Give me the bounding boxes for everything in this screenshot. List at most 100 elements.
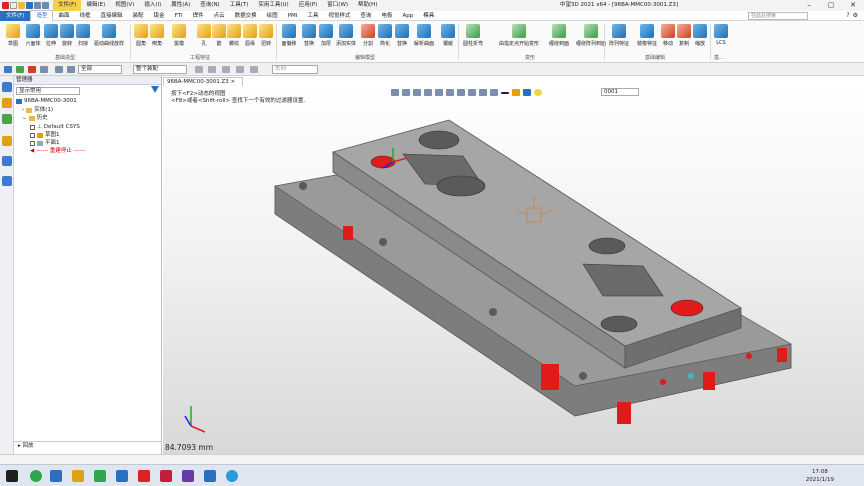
tab-pmi[interactable]: PMI: [283, 11, 303, 21]
tree-item-csys[interactable]: ⊥ Default CSYS: [30, 124, 80, 131]
maximize-icon[interactable]: ▢: [820, 0, 842, 11]
undo-icon[interactable]: [34, 2, 41, 9]
collapse-icon[interactable]: ⌄: [22, 115, 27, 122]
option-icon[interactable]: [236, 66, 244, 73]
tab-modeling[interactable]: 造型: [30, 10, 54, 21]
app-icon[interactable]: [204, 470, 216, 482]
zw3d-icon[interactable]: [138, 470, 150, 482]
option-icon[interactable]: [195, 66, 203, 73]
tab-mold[interactable]: 模具: [418, 11, 439, 21]
tab-data-exchange[interactable]: 数据交换: [230, 11, 262, 21]
cylinder-bend-button[interactable]: 圆柱折弯: [462, 24, 484, 47]
option-icon[interactable]: [250, 66, 258, 73]
analytic-surface-button[interactable]: 解析曲面: [413, 24, 435, 47]
select-icon[interactable]: [4, 66, 12, 73]
menu-edit[interactable]: 编辑(E): [81, 0, 110, 11]
pattern-feature-button[interactable]: 阵列特征: [608, 24, 630, 47]
save-icon[interactable]: [26, 2, 33, 9]
option-icon[interactable]: [222, 66, 230, 73]
tree-item-sketch[interactable]: 草图1: [30, 132, 60, 139]
tab-drawing[interactable]: 绘图: [262, 11, 283, 21]
menu-utilities[interactable]: 实用工具(U): [253, 0, 293, 11]
document-tab[interactable]: 96BA-MMC00-3001.Z3 ×: [163, 77, 243, 86]
tab-direct-edit[interactable]: 直接编辑: [96, 11, 128, 21]
app-icon[interactable]: [30, 470, 42, 482]
lcs-button[interactable]: LCS: [710, 24, 732, 46]
scope-combo[interactable]: 整个装配: [133, 65, 187, 74]
tab-point-cloud[interactable]: 点云: [209, 11, 230, 21]
open-icon[interactable]: [18, 2, 25, 9]
add-solid-button[interactable]: 添加实体: [335, 24, 357, 47]
tab-wireframe[interactable]: 线框: [75, 11, 96, 21]
replace-button[interactable]: 替换: [391, 24, 413, 47]
filter-icon[interactable]: [67, 66, 75, 73]
menu-window[interactable]: 窗口(W): [322, 0, 353, 11]
tab-weldment[interactable]: 焊件: [188, 11, 209, 21]
thicken-button[interactable]: 加厚: [315, 24, 337, 47]
tree-rebuild-stop[interactable]: ◀ ------ 重建停止 ------: [30, 148, 86, 155]
app-icon[interactable]: [160, 470, 172, 482]
option-icon[interactable]: [208, 66, 216, 73]
funnel-icon[interactable]: [151, 86, 159, 93]
app-icon[interactable]: [50, 470, 62, 482]
clear-icon[interactable]: [28, 66, 36, 73]
menu-apps[interactable]: 应用(P): [294, 0, 323, 11]
tree-item-plane[interactable]: 平面1: [30, 140, 60, 147]
goto-input[interactable]: 去向: [272, 65, 318, 74]
loft-button[interactable]: 驱动曲线放样: [94, 24, 124, 47]
twist-button[interactable]: 扭转: [255, 24, 277, 47]
visibility-checkbox[interactable]: [30, 141, 35, 146]
wechat-icon[interactable]: [94, 470, 106, 482]
menu-tools[interactable]: 工具(T): [225, 0, 254, 11]
offset-face-button[interactable]: 面偏移: [278, 24, 300, 47]
folder-icon[interactable]: [72, 470, 84, 482]
wrap-to-face-button[interactable]: 缠绕到面: [548, 24, 570, 47]
sweep-button[interactable]: 扫掠: [72, 24, 94, 47]
list-icon[interactable]: [40, 66, 48, 73]
app-icon[interactable]: [116, 470, 128, 482]
new-icon[interactable]: [10, 2, 17, 9]
tab-app[interactable]: App: [397, 11, 418, 21]
start-icon[interactable]: [6, 470, 18, 482]
tree-item-history[interactable]: ⌄ 历史: [22, 115, 48, 122]
tab-electrode[interactable]: 电极: [376, 11, 397, 21]
close-icon[interactable]: ✕: [842, 0, 864, 11]
browser-icon[interactable]: [226, 470, 238, 482]
menu-insert[interactable]: 插入(I): [139, 0, 166, 11]
sketch-button[interactable]: 草图: [2, 24, 24, 47]
deform-from-point-button[interactable]: 由指定点开始变形: [499, 24, 539, 47]
command-search-input[interactable]: 在此处搜索: [748, 12, 808, 20]
scale-button[interactable]: 缩放: [689, 24, 711, 47]
visibility-checkbox[interactable]: [30, 133, 35, 138]
user-icon[interactable]: [2, 176, 12, 186]
tree-root[interactable]: 96BA-MMC00-3001: [16, 98, 77, 105]
mirror-feature-button[interactable]: 镜像特征: [636, 24, 658, 47]
menu-inquire[interactable]: 查询(N): [195, 0, 224, 11]
system-clock[interactable]: 17:08 2021/1/19: [806, 468, 834, 484]
playback-bar[interactable]: ▸ 回放: [14, 441, 162, 450]
minimize-icon[interactable]: –: [798, 0, 820, 11]
tab-sheet-metal[interactable]: 钣金: [149, 11, 170, 21]
draft-button[interactable]: 拔模: [168, 24, 190, 47]
menu-view[interactable]: 视图(V): [110, 0, 139, 11]
menu-help[interactable]: 帮助(H): [353, 0, 382, 11]
manager-icon[interactable]: [2, 82, 12, 92]
folder-icon[interactable]: [2, 136, 12, 146]
view-select-icon[interactable]: [55, 66, 63, 73]
tab-inquire[interactable]: 查询: [355, 11, 376, 21]
emboss-button[interactable]: 镶嵌: [437, 24, 459, 47]
tab-fti[interactable]: FTI: [170, 11, 188, 21]
manager-filter-combo[interactable]: 显示常用: [16, 87, 80, 95]
layer-icon[interactable]: [2, 114, 12, 124]
help-icon[interactable]: ?: [846, 11, 849, 21]
tab-assembly[interactable]: 装配: [128, 11, 149, 21]
tree-item-solids[interactable]: › 实体(1): [22, 107, 53, 114]
pick-filter-icon[interactable]: [16, 66, 24, 73]
expand-icon[interactable]: ›: [22, 107, 24, 114]
tab-file[interactable]: 文件(F): [0, 10, 31, 21]
menu-file[interactable]: 文件(F): [53, 0, 82, 11]
menu-attribute[interactable]: 属性(A): [166, 0, 195, 11]
options-icon[interactable]: ⚙: [853, 11, 858, 21]
model-view[interactable]: [163, 86, 864, 454]
chamfer-button[interactable]: 倒角: [146, 24, 168, 47]
